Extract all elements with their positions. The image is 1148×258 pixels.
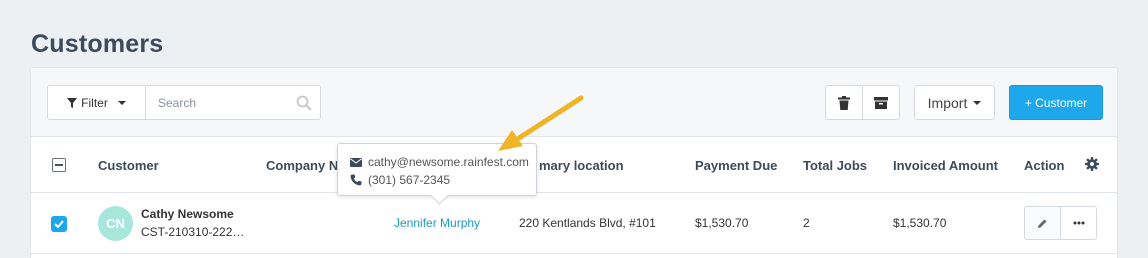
- toolbar: Filter Import + Customer: [31, 68, 1117, 137]
- row-checkbox[interactable]: [51, 216, 67, 232]
- table-header: Customer Company Na mary location Paymen…: [31, 138, 1117, 193]
- primary-location: 220 Kentlands Blvd, #101: [519, 216, 656, 230]
- filter-label: Filter: [81, 95, 108, 110]
- filter-button[interactable]: Filter: [47, 85, 146, 120]
- header-total-jobs[interactable]: Total Jobs: [803, 158, 867, 173]
- avatar: CN: [98, 206, 133, 241]
- pencil-icon: [1038, 219, 1047, 228]
- contact-link[interactable]: Jennifer Murphy: [394, 216, 480, 230]
- customer-id: CST-210310-222…: [141, 225, 245, 239]
- header-company-name[interactable]: Company Na: [266, 158, 345, 173]
- delete-button[interactable]: [825, 85, 863, 120]
- header-invoiced-amount[interactable]: Invoiced Amount: [893, 158, 998, 173]
- customer-name[interactable]: Cathy Newsome: [141, 207, 234, 221]
- archive-button[interactable]: [862, 85, 900, 120]
- trash-icon: [838, 95, 850, 110]
- chevron-down-icon: [117, 100, 126, 105]
- header-primary-location[interactable]: mary location: [539, 158, 624, 173]
- more-actions-button[interactable]: [1060, 206, 1097, 240]
- invoiced-amount: $1,530.70: [893, 216, 947, 230]
- search-box: [146, 85, 321, 120]
- import-button[interactable]: Import: [914, 85, 995, 120]
- tooltip-phone[interactable]: (301) 567-2345: [368, 173, 450, 187]
- check-icon: [54, 220, 64, 228]
- import-label: Import: [927, 94, 968, 111]
- edit-button[interactable]: [1024, 206, 1061, 240]
- tooltip-phone-line: (301) 567-2345: [350, 173, 450, 187]
- table-row[interactable]: CN Cathy Newsome CST-210310-222… Jennife…: [31, 194, 1117, 254]
- search-icon[interactable]: [296, 95, 312, 111]
- header-customer[interactable]: Customer: [98, 158, 159, 173]
- select-all-checkbox[interactable]: [52, 158, 66, 172]
- header-action: Action: [1024, 158, 1065, 173]
- filter-search-group: Filter: [47, 85, 321, 120]
- customers-card: Filter Import + Customer Customer Compan…: [30, 67, 1118, 258]
- add-customer-button[interactable]: + Customer: [1009, 85, 1103, 120]
- payment-due: $1,530.70: [695, 216, 749, 230]
- contact-tooltip: cathy@newsome.rainfest.com (301) 567-234…: [337, 143, 537, 196]
- phone-icon: [350, 174, 362, 186]
- gear-icon[interactable]: [1085, 157, 1099, 171]
- header-payment-due[interactable]: Payment Due: [695, 158, 777, 173]
- tooltip-email[interactable]: cathy@newsome.rainfest.com: [368, 155, 529, 169]
- filter-icon: [67, 97, 78, 108]
- tooltip-email-line: cathy@newsome.rainfest.com: [350, 155, 529, 169]
- total-jobs: 2: [803, 216, 810, 230]
- page-title: Customers: [31, 30, 164, 58]
- archive-icon: [874, 96, 888, 109]
- chevron-down-icon: [973, 100, 982, 105]
- search-input[interactable]: [146, 86, 286, 119]
- more-icon: [1073, 221, 1084, 225]
- envelope-icon: [350, 157, 362, 167]
